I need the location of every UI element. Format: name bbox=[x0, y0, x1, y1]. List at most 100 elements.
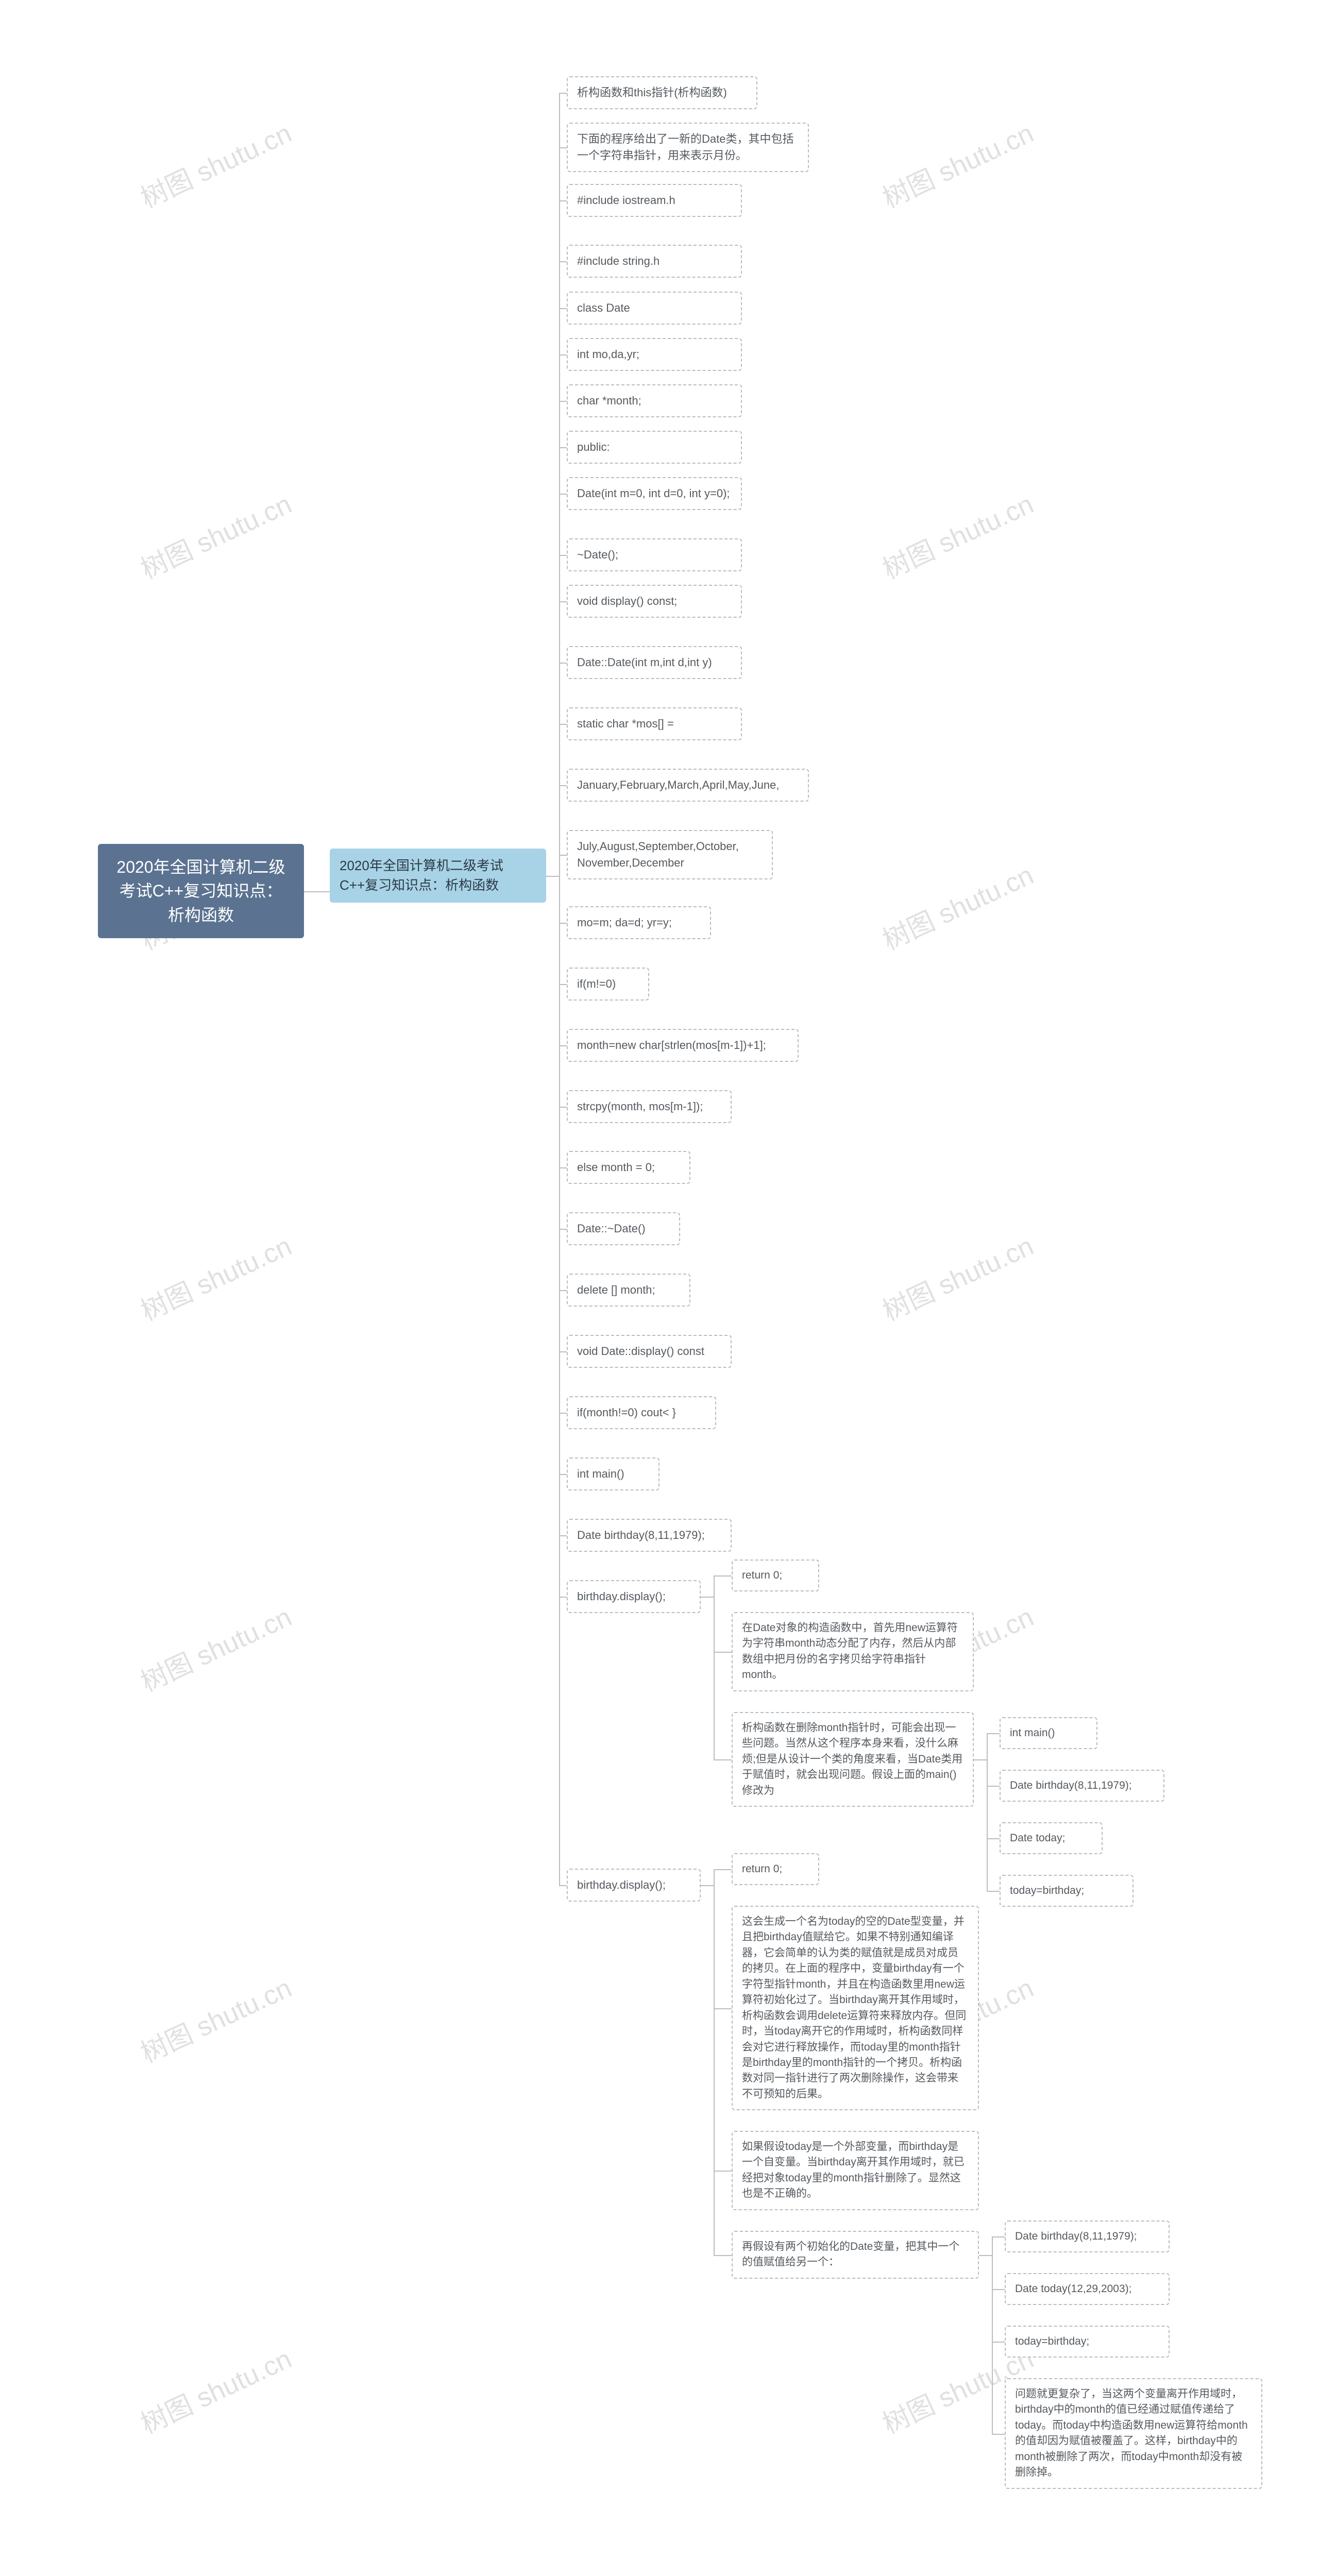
connector bbox=[987, 1838, 1000, 1839]
c3-node-10: void display() const; bbox=[567, 585, 742, 618]
connector bbox=[559, 984, 567, 985]
connector bbox=[559, 401, 567, 402]
gc-node-3: 问题就更复杂了，当这两个变量离开作用域时，birthday中的month的值已经… bbox=[1005, 2378, 1262, 2489]
connector bbox=[559, 1167, 567, 1168]
connector bbox=[559, 1351, 567, 1352]
connector bbox=[559, 1107, 567, 1108]
connector bbox=[987, 1733, 988, 1891]
watermark: 树图 shutu.cn bbox=[875, 483, 1039, 586]
connector bbox=[559, 1045, 567, 1046]
gb-node-0: return 0; bbox=[732, 1853, 819, 1885]
c3-node-26: birthday.display(); bbox=[567, 1580, 701, 1613]
connector bbox=[714, 1575, 732, 1577]
connector bbox=[559, 1885, 567, 1886]
connector bbox=[979, 2255, 992, 2256]
connector bbox=[559, 555, 567, 556]
c3-node-7: public: bbox=[567, 431, 742, 464]
c3-node-24: int main() bbox=[567, 1458, 660, 1490]
connector bbox=[559, 93, 560, 1885]
root-node: 2020年全国计算机二级考试C++复习知识点：析构函数 bbox=[98, 844, 304, 938]
c3-node-23: if(month!=0) cout< } bbox=[567, 1396, 716, 1429]
watermark: 树图 shutu.cn bbox=[133, 2337, 297, 2441]
c3-node-6: char *month; bbox=[567, 384, 742, 417]
c3-node-3: #include string.h bbox=[567, 245, 742, 278]
connector bbox=[546, 876, 559, 877]
gat-node-0: int main() bbox=[1000, 1717, 1097, 1749]
connector bbox=[714, 1869, 732, 1870]
gc-node-1: Date today(12,29,2003); bbox=[1005, 2273, 1170, 2305]
c3-node-0: 析构函数和this指针(析构函数) bbox=[567, 76, 757, 109]
connector bbox=[714, 1652, 732, 1653]
connector bbox=[974, 1759, 987, 1760]
watermark: 树图 shutu.cn bbox=[133, 112, 297, 215]
connector bbox=[559, 785, 567, 786]
connector bbox=[559, 1290, 567, 1291]
c3-node-1: 下面的程序给出了一新的Date类，其中包括一个字符串指针，用来表示月份。 bbox=[567, 123, 809, 172]
gat-node-3: today=birthday; bbox=[1000, 1875, 1134, 1907]
gc-node-0: Date birthday(8,11,1979); bbox=[1005, 2221, 1170, 2252]
gb-node-1: 这会生成一个名为today的空的Date型变量，并且把birthday值赋给它。… bbox=[732, 1906, 979, 2110]
watermark: 树图 shutu.cn bbox=[133, 1596, 297, 1699]
c3-node-9: ~Date(); bbox=[567, 538, 742, 571]
gb-node-2: 如果假设today是一个外部变量，而birthday是一个自变量。当birthd… bbox=[732, 2131, 979, 2210]
gat-node-2: Date today; bbox=[1000, 1822, 1103, 1854]
connector bbox=[987, 1891, 1000, 1892]
c3-node-19: else month = 0; bbox=[567, 1151, 690, 1184]
connector bbox=[559, 923, 567, 924]
c3-node-16: if(m!=0) bbox=[567, 968, 649, 1001]
ga-node-0: return 0; bbox=[732, 1560, 819, 1591]
connector bbox=[559, 1229, 567, 1230]
connector bbox=[714, 2255, 732, 2256]
c3-node-8: Date(int m=0, int d=0, int y=0); bbox=[567, 477, 742, 510]
connector bbox=[714, 2008, 732, 2009]
gb-node-3: 再假设有两个初始化的Date变量，把其中一个的值赋值给另一个： bbox=[732, 2231, 979, 2279]
connector bbox=[992, 2434, 1005, 2435]
connector bbox=[987, 1733, 1000, 1734]
c3-node-12: static char *mos[] = bbox=[567, 707, 742, 740]
connector bbox=[559, 93, 567, 94]
watermark: 树图 shutu.cn bbox=[875, 854, 1039, 957]
connector bbox=[559, 663, 567, 664]
c3-node-18: strcpy(month, mos[m-1]); bbox=[567, 1090, 732, 1123]
ga-node-2: 析构函数在删除month指针时，可能会出现一些问题。当然从这个程序本身来看，没什… bbox=[732, 1712, 974, 1807]
connector bbox=[559, 354, 567, 355]
connector bbox=[992, 2342, 1005, 2343]
gc-node-2: today=birthday; bbox=[1005, 2326, 1170, 2358]
gat-node-1: Date birthday(8,11,1979); bbox=[1000, 1770, 1164, 1802]
ga-node-1: 在Date对象的构造函数中，首先用new运算符为字符串month动态分配了内存，… bbox=[732, 1612, 974, 1691]
c3-node-21: delete [] month; bbox=[567, 1274, 690, 1307]
watermark: 树图 shutu.cn bbox=[133, 1967, 297, 2070]
connector bbox=[559, 1474, 567, 1475]
connector bbox=[559, 1413, 567, 1414]
connector bbox=[992, 2289, 1005, 2290]
connector bbox=[714, 1575, 715, 1759]
connector bbox=[559, 200, 567, 201]
level1-node: 2020年全国计算机二级考试C++复习知识点：析构函数 bbox=[330, 849, 546, 903]
watermark: 树图 shutu.cn bbox=[133, 483, 297, 586]
c3-node-25: Date birthday(8,11,1979); bbox=[567, 1519, 732, 1552]
connector bbox=[559, 494, 567, 495]
c3-node-2: #include iostream.h bbox=[567, 184, 742, 217]
c3-node-5: int mo,da,yr; bbox=[567, 338, 742, 371]
watermark: 树图 shutu.cn bbox=[133, 1225, 297, 1328]
c3-node-17: month=new char[strlen(mos[m-1])+1]; bbox=[567, 1029, 799, 1062]
connector bbox=[559, 1597, 567, 1598]
c3-node-15: mo=m; da=d; yr=y; bbox=[567, 906, 711, 939]
connector bbox=[701, 1597, 714, 1598]
c3-node-11: Date::Date(int m,int d,int y) bbox=[567, 646, 742, 679]
connector bbox=[559, 147, 567, 148]
connector bbox=[559, 724, 567, 725]
connector bbox=[714, 1759, 732, 1760]
connector bbox=[987, 1786, 1000, 1787]
connector bbox=[714, 1869, 715, 2255]
connector bbox=[559, 261, 567, 262]
c3-node-4: class Date bbox=[567, 292, 742, 325]
connector bbox=[304, 891, 330, 892]
watermark: 树图 shutu.cn bbox=[875, 1225, 1039, 1328]
c3-node-27: birthday.display(); bbox=[567, 1869, 701, 1902]
c3-node-13: January,February,March,April,May,June, bbox=[567, 769, 809, 802]
connector bbox=[714, 2171, 732, 2172]
connector bbox=[559, 601, 567, 602]
connector bbox=[559, 1535, 567, 1536]
connector bbox=[992, 2236, 993, 2434]
